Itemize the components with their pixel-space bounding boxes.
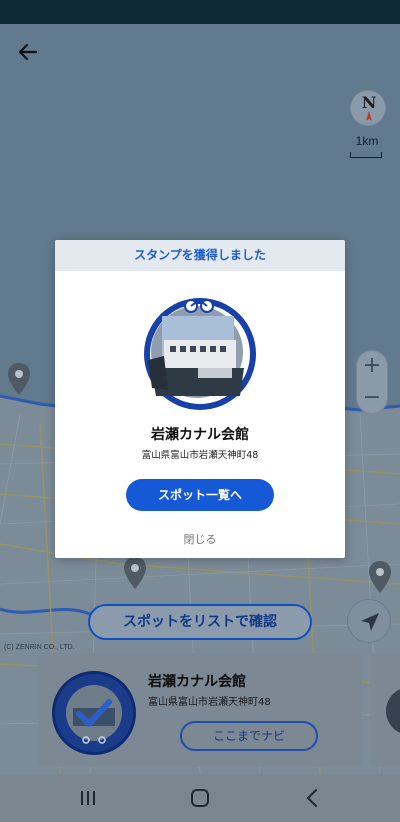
recents-icon[interactable]	[68, 784, 108, 812]
plus-icon[interactable]: +	[357, 351, 387, 383]
map-pin-icon[interactable]	[122, 556, 148, 590]
map-copyright: (C) ZENRIN CO., LTD.	[4, 644, 75, 651]
status-bar	[0, 0, 400, 24]
map-pin-icon[interactable]	[367, 560, 393, 594]
spot-list-nav-button[interactable]: スポット一覧へ	[126, 479, 274, 511]
dialog-address: 富山県富山市岩瀬天神町48	[141, 450, 259, 461]
close-button[interactable]: 閉じる	[55, 531, 345, 547]
spot-list-button[interactable]: スポットをリストで確認	[88, 604, 312, 640]
map-pin-icon[interactable]	[6, 362, 32, 396]
dialog-header: スタンプを獲得しました	[55, 240, 345, 271]
spot-card[interactable]: 岩瀬カナル会館 富山県富山市岩瀬天神町48 ここまでナビ	[38, 653, 362, 767]
navigate-button[interactable]: ここまでナビ	[180, 721, 318, 751]
zoom-controls: + −	[356, 350, 388, 414]
dialog-spot-name: 岩瀬カナル会館	[151, 427, 249, 443]
home-icon[interactable]	[180, 784, 220, 812]
card-address: 富山県富山市岩瀬天神町48	[148, 697, 271, 708]
stamp-logo	[52, 671, 136, 755]
scale-bar	[350, 152, 382, 158]
nav-back-icon[interactable]	[292, 784, 332, 812]
card-title: 岩瀬カナル会館	[148, 674, 246, 690]
svg-text:N: N	[362, 93, 377, 112]
minus-icon[interactable]: −	[357, 383, 387, 415]
location-arrow-icon[interactable]	[347, 599, 391, 643]
stamp-image	[142, 296, 258, 412]
compass-icon[interactable]: N	[350, 90, 386, 126]
back-arrow-icon[interactable]	[14, 38, 42, 66]
stamp-dialog: スタンプを獲得しました 岩瀬カナル会館 富山県富山市岩瀬天神町48 スポット一覧…	[55, 240, 345, 558]
spot-card-next[interactable]	[370, 653, 400, 767]
system-nav-bar	[0, 774, 400, 822]
